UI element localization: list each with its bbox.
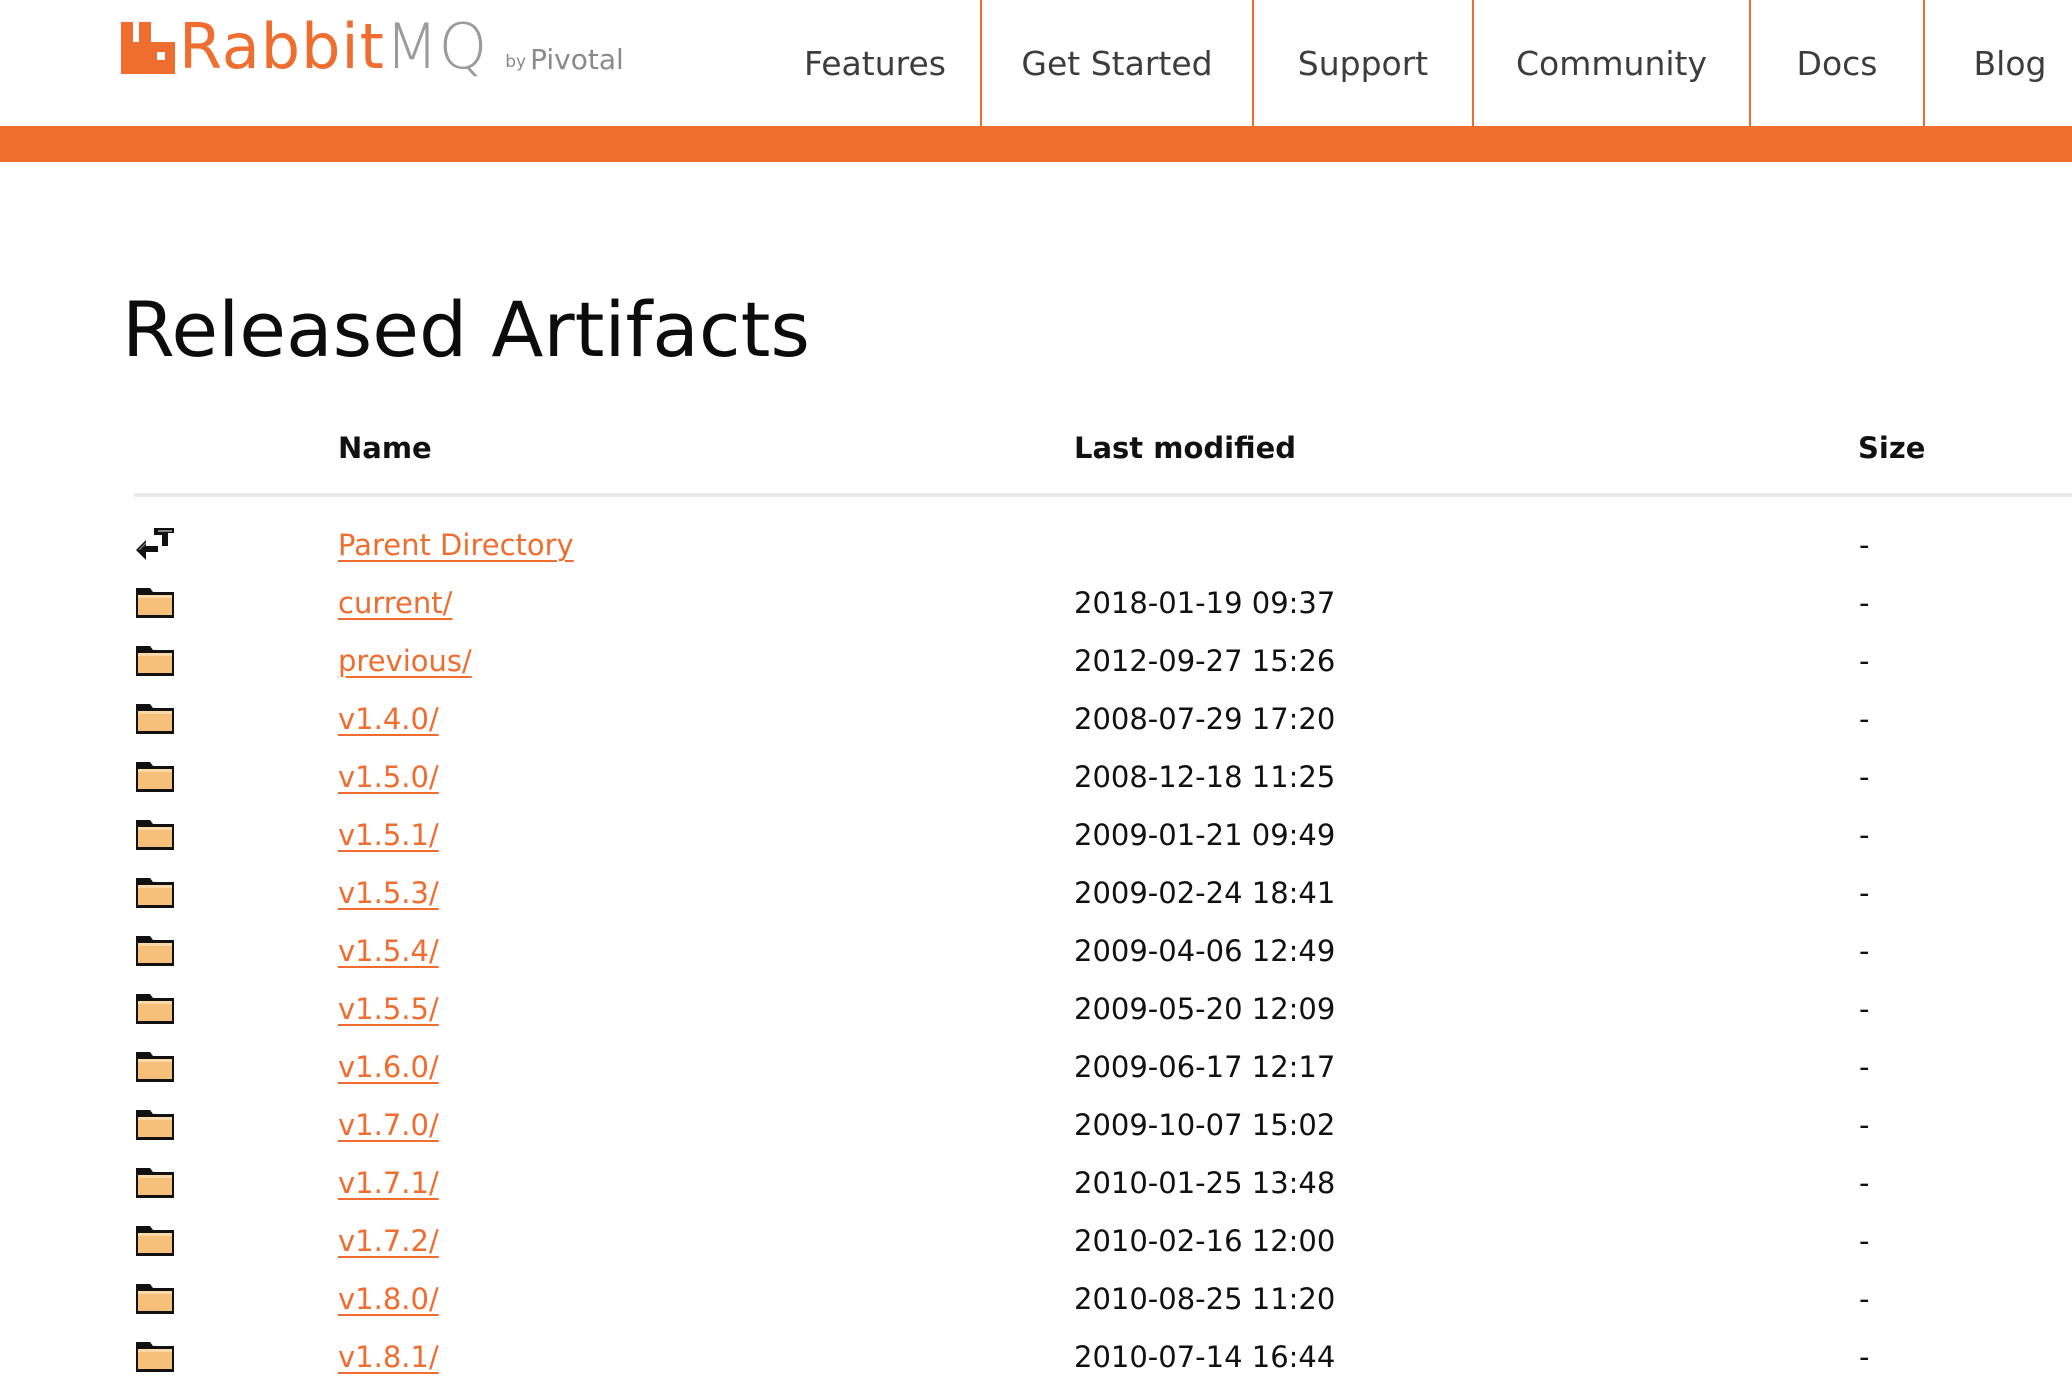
list-item-date: 2010-02-16 12:00 [1074, 1224, 1336, 1258]
site-header: Rabbit MQ by Pivotal Features Get Starte… [0, 0, 2072, 126]
page: Rabbit MQ by Pivotal Features Get Starte… [0, 0, 2072, 1394]
folder-icon [134, 930, 176, 970]
list-item-date: 2012-09-27 15:26 [1074, 644, 1336, 678]
table-row: v1.8.1/ 2010-07-14 16:44 - [134, 1328, 2072, 1386]
list-item-date: 2010-08-25 11:20 [1074, 1282, 1336, 1316]
list-item-date: 2009-06-17 12:17 [1074, 1050, 1336, 1084]
logo-link[interactable]: Rabbit MQ by Pivotal [121, 10, 624, 83]
table-row: v1.5.3/ 2009-02-24 18:41 - [134, 864, 2072, 922]
folder-icon [134, 698, 176, 738]
folder-icon [134, 1278, 176, 1318]
table-row: current/ 2018-01-19 09:37 - [134, 574, 2072, 632]
list-item-link[interactable]: v1.7.0/ [338, 1096, 439, 1154]
list-item-size: - [1859, 1050, 1870, 1084]
table-row: v1.5.5/ 2009-05-20 12:09 - [134, 980, 2072, 1038]
table-row: v1.5.0/ 2008-12-18 11:25 - [134, 748, 2072, 806]
list-item-link[interactable]: v1.5.5/ [338, 980, 439, 1038]
list-item-date: 2009-10-07 15:02 [1074, 1108, 1336, 1142]
table-row: v1.8.0/ 2010-08-25 11:20 - [134, 1270, 2072, 1328]
list-item-size: - [1859, 586, 1870, 620]
rabbitmq-logo-icon [121, 22, 175, 74]
list-item-size: - [1859, 934, 1870, 968]
list-item-link[interactable]: v1.8.0/ [338, 1270, 439, 1328]
folder-icon [134, 640, 176, 680]
list-item-size: - [1859, 1282, 1870, 1316]
folder-icon [134, 1104, 176, 1144]
list-item-size: - [1859, 1340, 1870, 1374]
table-row: v1.7.0/ 2009-10-07 15:02 - [134, 1096, 2072, 1154]
nav-item-community[interactable]: Community [1474, 0, 1749, 126]
list-item-size: - [1859, 528, 1870, 562]
table-row: v1.7.2/ 2010-02-16 12:00 - [134, 1212, 2072, 1270]
list-item-link[interactable]: v1.8.1/ [338, 1328, 439, 1386]
folder-icon [134, 756, 176, 796]
list-item-link[interactable]: v1.5.1/ [338, 806, 439, 864]
logo-company-text: Pivotal [530, 43, 624, 76]
table-row: v1.6.0/ 2009-06-17 12:17 - [134, 1038, 2072, 1096]
table-row: v1.5.4/ 2009-04-06 12:49 - [134, 922, 2072, 980]
header-accent-bar [0, 126, 2072, 162]
list-item-date: 2010-07-14 16:44 [1074, 1340, 1336, 1374]
folder-icon [134, 1220, 176, 1260]
folder-icon [134, 1336, 176, 1376]
list-item-size: - [1859, 1108, 1870, 1142]
folder-icon [134, 814, 176, 854]
table-row: v1.4.0/ 2008-07-29 17:20 - [134, 690, 2072, 748]
column-header-size[interactable]: Size [1858, 420, 1925, 476]
main-nav: Features Get Started Support Community D… [770, 0, 2072, 126]
column-header-name[interactable]: Name [338, 420, 432, 476]
list-item-size: - [1859, 818, 1870, 852]
table-row: v1.7.1/ 2010-01-25 13:48 - [134, 1154, 2072, 1212]
list-item-link[interactable]: previous/ [338, 632, 472, 690]
list-item-date: 2009-04-06 12:49 [1074, 934, 1336, 968]
list-item-date: 2018-01-19 09:37 [1074, 586, 1336, 620]
list-item-date: 2009-01-21 09:49 [1074, 818, 1336, 852]
list-item-link[interactable]: v1.7.2/ [338, 1212, 439, 1270]
list-item-date: 2009-02-24 18:41 [1074, 876, 1336, 910]
column-header-last-modified[interactable]: Last modified [1074, 420, 1296, 476]
list-item-date: 2010-01-25 13:48 [1074, 1166, 1336, 1200]
logo-by-text: by [505, 52, 527, 72]
folder-icon [134, 582, 176, 622]
list-item-date: 2009-05-20 12:09 [1074, 992, 1336, 1026]
nav-item-get-started[interactable]: Get Started [982, 0, 1252, 126]
list-item-link[interactable]: v1.5.3/ [338, 864, 439, 922]
nav-item-support[interactable]: Support [1254, 0, 1472, 126]
table-row: Parent Directory - [134, 516, 2072, 574]
folder-icon [134, 1046, 176, 1086]
back-arrow-icon [134, 524, 176, 564]
nav-item-docs[interactable]: Docs [1751, 0, 1923, 126]
table-row: previous/ 2012-09-27 15:26 - [134, 632, 2072, 690]
logo-text-mq: MQ [384, 10, 488, 83]
list-item-size: - [1859, 644, 1870, 678]
page-title: Released Artifacts [122, 285, 811, 374]
list-item-size: - [1859, 992, 1870, 1026]
list-item-date: 2008-12-18 11:25 [1074, 760, 1336, 794]
list-item-size: - [1859, 876, 1870, 910]
list-item-link[interactable]: v1.7.1/ [338, 1154, 439, 1212]
table-row: v1.5.1/ 2009-01-21 09:49 - [134, 806, 2072, 864]
header-divider [134, 493, 2072, 497]
nav-item-features[interactable]: Features [770, 0, 980, 126]
list-item-link[interactable]: Parent Directory [338, 516, 574, 574]
logo-text-rabbit: Rabbit [179, 10, 385, 83]
list-item-size: - [1859, 702, 1870, 736]
folder-icon [134, 872, 176, 912]
nav-item-blog[interactable]: Blog [1925, 0, 2072, 126]
list-item-link[interactable]: v1.5.0/ [338, 748, 439, 806]
folder-icon [134, 988, 176, 1028]
list-item-date: 2008-07-29 17:20 [1074, 702, 1336, 736]
list-item-link[interactable]: v1.5.4/ [338, 922, 439, 980]
list-item-size: - [1859, 1224, 1870, 1258]
list-item-link[interactable]: v1.6.0/ [338, 1038, 439, 1096]
list-item-size: - [1859, 1166, 1870, 1200]
list-item-link[interactable]: current/ [338, 574, 452, 632]
folder-icon [134, 1162, 176, 1202]
list-item-size: - [1859, 760, 1870, 794]
list-item-link[interactable]: v1.4.0/ [338, 690, 439, 748]
